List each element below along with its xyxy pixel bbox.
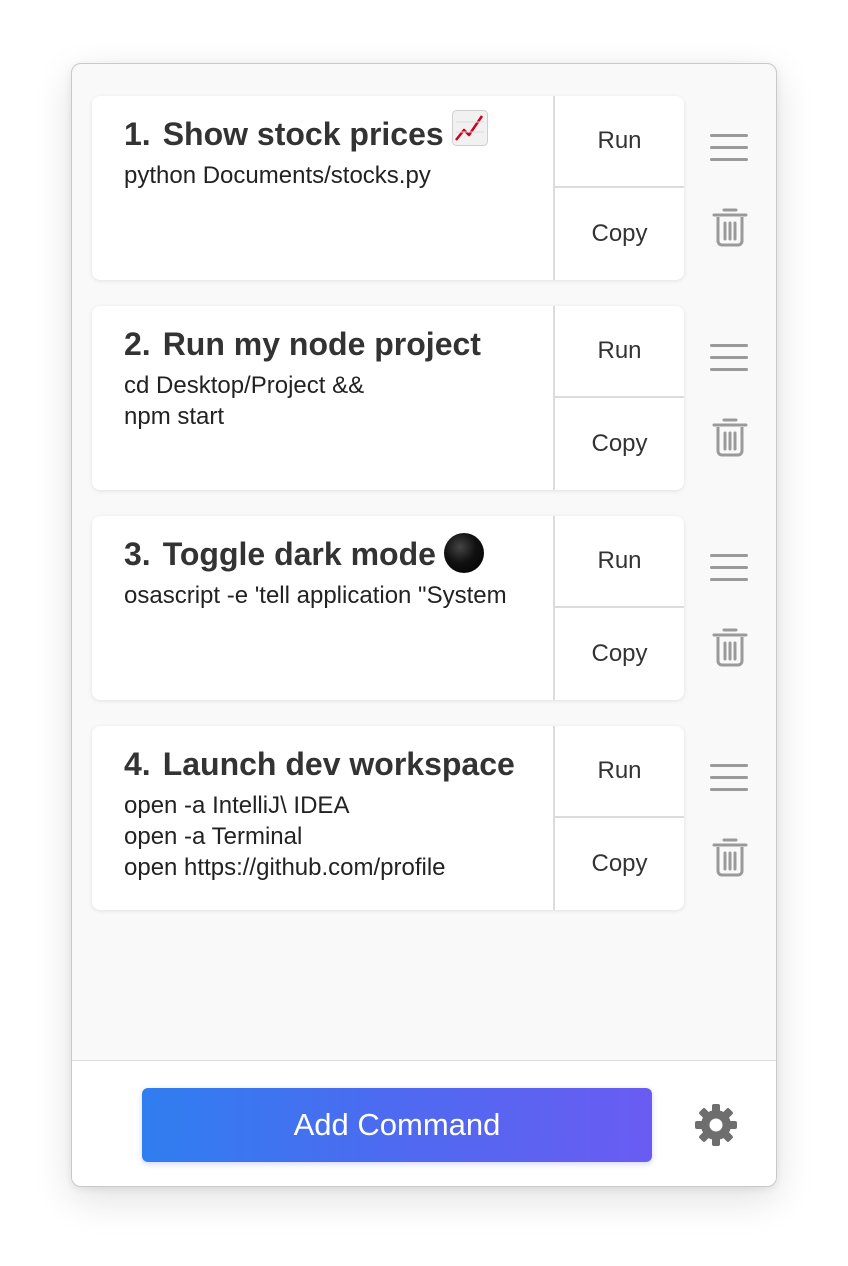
new-moon-icon [443,532,484,573]
command-actions: Run Copy [553,96,684,280]
trash-icon[interactable] [712,416,748,458]
command-number: 4. [124,746,151,782]
command-item: 2. Run my node project cd Desktop/Project… [92,306,772,490]
command-text: cd Desktop/Project && npm start [124,372,365,430]
trash-icon[interactable] [712,206,748,248]
command-text: open -a IntelliJ\ IDEA open -a Terminal … [124,792,446,881]
trash-icon[interactable] [712,626,748,668]
drag-handle-icon[interactable] [710,554,750,582]
command-number: 1. [124,116,151,152]
command-item: 3. Toggle dark mode osascript -e 'tell ap… [92,516,772,700]
command-item: 4. Launch dev workspace open -a IntelliJ\… [92,726,772,910]
footer-bar: Add Command [72,1060,776,1186]
run-button[interactable]: Run [555,306,684,398]
drag-handle-icon[interactable] [710,134,750,162]
command-text: osascript -e 'tell application "System [124,582,507,609]
copy-button[interactable]: Copy [555,608,684,700]
command-number: 2. [124,326,151,362]
command-title-text: Show stock prices [162,116,444,152]
command-list: 1. Show stock prices python Documents/sto… [92,96,772,936]
command-card: 2. Run my node project cd Desktop/Project… [92,306,684,490]
command-side-controls [710,306,750,490]
command-title: 1. Show stock prices [124,110,553,154]
command-actions: Run Copy [553,516,684,700]
command-title-text: Toggle dark mode [162,536,436,572]
chart-increasing-icon [451,110,488,155]
run-button[interactable]: Run [555,516,684,608]
trash-icon[interactable] [712,836,748,878]
command-info: 2. Run my node project cd Desktop/Project… [92,306,553,490]
command-card: 3. Toggle dark mode osascript -e 'tell ap… [92,516,684,700]
copy-button[interactable]: Copy [555,188,684,280]
command-title-text: Run my node project [162,326,481,362]
command-side-controls [710,726,750,910]
app-window: 1. Show stock prices python Documents/sto… [71,63,777,1187]
run-button[interactable]: Run [555,726,684,818]
copy-button[interactable]: Copy [555,818,684,910]
command-card: 1. Show stock prices python Documents/sto… [92,96,684,280]
command-title-text: Launch dev workspace [162,746,515,782]
run-button[interactable]: Run [555,96,684,188]
add-command-button[interactable]: Add Command [142,1088,652,1162]
command-title: 3. Toggle dark mode [124,532,553,574]
drag-handle-icon[interactable] [710,764,750,792]
command-side-controls [710,96,750,280]
command-card: 4. Launch dev workspace open -a IntelliJ\… [92,726,684,910]
command-side-controls [710,516,750,700]
command-info: 1. Show stock prices python Documents/sto… [92,96,553,280]
copy-button[interactable]: Copy [555,398,684,490]
command-title: 4. Launch dev workspace [124,744,553,784]
command-info: 3. Toggle dark mode osascript -e 'tell ap… [92,516,553,700]
command-actions: Run Copy [553,306,684,490]
command-text: python Documents/stocks.py [124,162,431,189]
command-actions: Run Copy [553,726,684,910]
command-number: 3. [124,536,151,572]
command-info: 4. Launch dev workspace open -a IntelliJ\… [92,726,553,910]
command-item: 1. Show stock prices python Documents/sto… [92,96,772,280]
gear-icon[interactable] [694,1103,738,1147]
command-title: 2. Run my node project [124,324,553,364]
drag-handle-icon[interactable] [710,344,750,372]
